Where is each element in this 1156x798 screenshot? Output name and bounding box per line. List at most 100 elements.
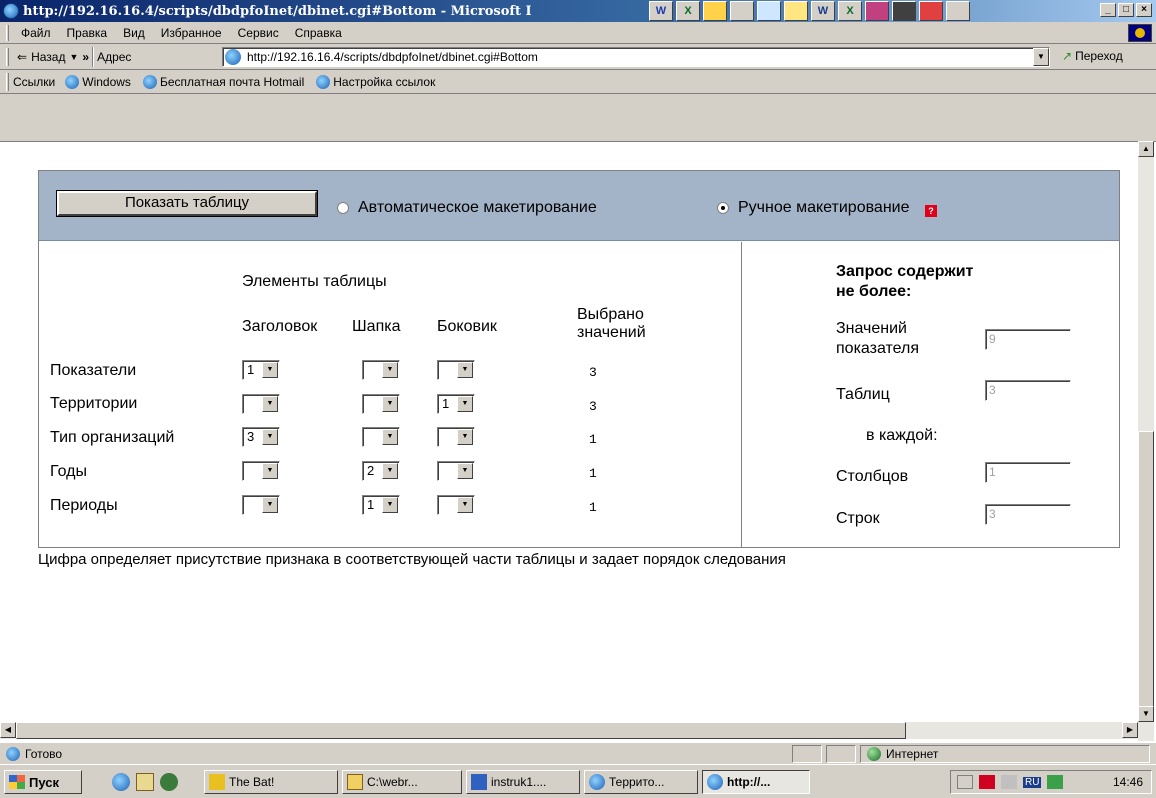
app-icon-5[interactable] — [757, 1, 781, 21]
ie-page-icon — [142, 74, 157, 89]
chevron-down-icon: ▼ — [262, 362, 278, 378]
word-app-icon-2[interactable]: W — [811, 1, 835, 21]
language-indicator[interactable]: RU — [1023, 776, 1042, 788]
the-bat-icon — [209, 774, 225, 790]
horizontal-scroll-thumb[interactable] — [16, 722, 906, 739]
select-years-title[interactable]: ▼ — [242, 461, 280, 481]
select-years-head[interactable]: 2 ▼ — [362, 461, 400, 481]
values-count-field[interactable]: 9 — [985, 329, 1071, 350]
task-ie-current[interactable]: http://... — [702, 770, 810, 794]
vertical-scroll-thumb[interactable] — [1138, 431, 1154, 721]
start-button[interactable]: Пуск — [4, 770, 82, 794]
excel-app-icon-2[interactable]: X — [838, 1, 862, 21]
select-periods-side[interactable]: ▼ — [437, 495, 475, 515]
quicklaunch-channels-icon[interactable] — [160, 773, 178, 791]
select-indicators-side[interactable]: ▼ — [437, 360, 475, 380]
radio-manual-indicator[interactable] — [717, 202, 729, 214]
address-dropdown-button[interactable]: ▼ — [1033, 48, 1049, 66]
scroll-left-button[interactable]: ◀ — [0, 722, 16, 738]
tables-count-field[interactable]: 3 — [985, 380, 1071, 401]
quicklaunch-ie-icon[interactable] — [112, 773, 130, 791]
select-territories-side[interactable]: 1 ▼ — [437, 394, 475, 414]
back-button[interactable]: ⇐ Назад ▼ — [13, 50, 82, 64]
internet-globe-icon — [867, 747, 881, 761]
address-input[interactable]: http://192.16.16.4/scripts/dbdpfoInet/db… — [222, 47, 1050, 67]
select-territories-title[interactable]: ▼ — [242, 394, 280, 414]
tables-label: Таблиц — [836, 386, 890, 403]
help-icon[interactable]: ? — [925, 205, 937, 217]
app-icon-12[interactable] — [946, 1, 970, 21]
scroll-right-button[interactable]: ▶ — [1122, 722, 1138, 738]
maximize-button[interactable]: □ — [1118, 3, 1134, 17]
window-title-bar[interactable]: http://192.16.16.4/scripts/dbdpfoInet/db… — [0, 0, 1156, 22]
menu-favorites[interactable]: Избранное — [153, 26, 230, 40]
word-app-icon[interactable]: W — [649, 1, 673, 21]
word-icon — [471, 774, 487, 790]
speaker-icon[interactable] — [957, 775, 973, 789]
menu-help[interactable]: Справка — [287, 26, 350, 40]
show-table-button[interactable]: Показать таблицу — [57, 191, 317, 216]
each-label: в каждой: — [866, 427, 938, 444]
row-label-org-type: Тип организаций — [50, 429, 175, 446]
select-years-side[interactable]: ▼ — [437, 461, 475, 481]
link-windows[interactable]: Windows — [59, 74, 137, 89]
go-button[interactable]: ↗ Переход — [1062, 49, 1123, 63]
app-icon-10[interactable] — [892, 1, 916, 21]
chevron-down-icon: ▼ — [382, 396, 398, 412]
menu-file[interactable]: Файл — [13, 26, 59, 40]
select-value: 1 — [442, 396, 450, 411]
task-word-doc[interactable]: instruk1.... — [466, 770, 580, 794]
columns-count-field[interactable]: 1 — [985, 462, 1071, 483]
app-icon-4[interactable] — [730, 1, 754, 21]
radio-auto-indicator[interactable] — [337, 202, 349, 214]
app-icon-6[interactable] — [784, 1, 808, 21]
quicklaunch-desktop-icon[interactable] — [136, 773, 154, 791]
excel-app-icon[interactable]: X — [676, 1, 700, 21]
separator — [92, 46, 95, 67]
row-label-periods: Периоды — [50, 497, 118, 514]
col-title-header: Заголовок — [242, 318, 318, 335]
select-org-type-head[interactable]: ▼ — [362, 427, 400, 447]
menu-tools[interactable]: Сервис — [230, 26, 287, 40]
antivirus-icon[interactable] — [979, 775, 995, 789]
scroll-down-button[interactable]: ▼ — [1138, 706, 1154, 722]
network-icon[interactable] — [1001, 775, 1017, 789]
select-org-type-side[interactable]: ▼ — [437, 427, 475, 447]
select-indicators-title[interactable]: 1 ▼ — [242, 360, 280, 380]
selected-count-org-type: 1 — [589, 432, 597, 447]
menu-view[interactable]: Вид — [115, 26, 153, 40]
select-periods-head[interactable]: 1 ▼ — [362, 495, 400, 515]
scroll-up-button[interactable]: ▲ — [1138, 141, 1154, 157]
menu-bar: Файл Правка Вид Избранное Сервис Справка — [0, 22, 1156, 44]
task-ie-territories[interactable]: Террито... — [584, 770, 698, 794]
app-icon-3[interactable] — [703, 1, 727, 21]
radio-auto-layout[interactable]: Автоматическое макетирование — [337, 199, 597, 217]
rows-count-field[interactable]: 3 — [985, 504, 1071, 525]
link-customize[interactable]: Настройка ссылок — [310, 74, 441, 89]
app-icon-11[interactable] — [919, 1, 943, 21]
select-org-type-title[interactable]: 3 ▼ — [242, 427, 280, 447]
select-indicators-head[interactable]: ▼ — [362, 360, 400, 380]
select-periods-title[interactable]: ▼ — [242, 495, 280, 515]
row-label-indicators: Показатели — [50, 362, 137, 379]
horizontal-scrollbar[interactable]: ◀ ▶ — [0, 722, 1138, 739]
select-territories-head[interactable]: ▼ — [362, 394, 400, 414]
task-the-bat[interactable]: The Bat! — [204, 770, 338, 794]
minimize-button[interactable]: _ — [1100, 3, 1116, 17]
select-value: 1 — [247, 362, 255, 377]
toolbar-grip — [6, 47, 9, 66]
link-hotmail-label: Бесплатная почта Hotmail — [159, 74, 305, 89]
system-tray: RU 14:46 — [950, 770, 1152, 794]
vertical-scrollbar[interactable]: ▲ ▼ — [1138, 141, 1154, 741]
task-explorer[interactable]: C:\webr... — [342, 770, 462, 794]
connection-icon[interactable] — [1047, 775, 1064, 789]
link-hotmail[interactable]: Бесплатная почта Hotmail — [137, 74, 310, 89]
table-elements-pane: Элементы таблицы Заголовок Шапка Боковик… — [39, 242, 742, 548]
col-selected-header: Выбрано значений — [577, 306, 646, 341]
ie-page-icon — [6, 747, 20, 761]
app-icon-9[interactable] — [865, 1, 889, 21]
close-button[interactable]: × — [1136, 3, 1152, 17]
radio-manual-layout[interactable]: Ручное макетирование — [717, 199, 909, 217]
menu-edit[interactable]: Правка — [59, 26, 116, 40]
toolbar-more-button[interactable]: » — [82, 50, 89, 64]
